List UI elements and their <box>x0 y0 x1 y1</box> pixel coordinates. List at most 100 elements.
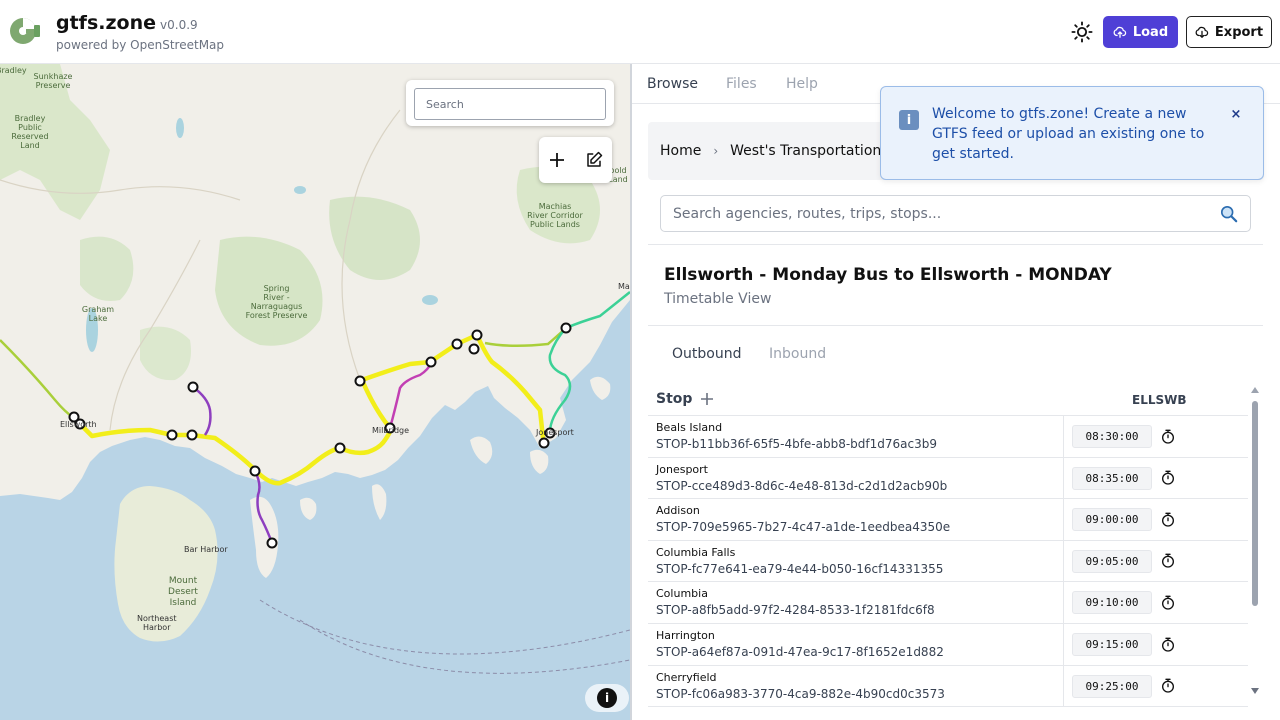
stop-name[interactable]: Addison <box>656 504 700 517</box>
edit-icon <box>587 151 602 167</box>
timer-button[interactable] <box>1157 675 1179 698</box>
island-small-4 <box>530 449 549 474</box>
export-label: Export <box>1214 24 1264 40</box>
stop-name[interactable]: Columbia Falls <box>656 546 735 559</box>
scroll-up-arrow[interactable] <box>1251 387 1259 393</box>
island-small-2 <box>372 484 387 520</box>
table-row: Harrington STOP-a64ef87a-091d-47ea-9c17-8… <box>648 624 1248 666</box>
table-row: Addison STOP-709e5965-7b27-4c47-a1de-1eed… <box>648 499 1248 541</box>
sun-icon <box>1071 21 1093 43</box>
stopwatch-icon <box>1162 637 1174 652</box>
ferry-line <box>259 599 630 655</box>
theme-toggle-button[interactable] <box>1068 18 1096 46</box>
cell-divider <box>1063 540 1064 582</box>
tab-browse[interactable]: Browse <box>647 76 698 92</box>
map-view[interactable]: Bradley Sunkhaze Preserve Bradley Public… <box>0 64 630 720</box>
timer-button[interactable] <box>1157 591 1179 614</box>
add-stop-plus-icon[interactable] <box>698 390 716 408</box>
time-input[interactable]: 09:00:00 <box>1072 508 1152 532</box>
info-icon[interactable]: i <box>597 688 617 708</box>
cell-divider <box>1063 416 1064 457</box>
scroll-down-arrow[interactable] <box>1251 688 1259 694</box>
stop-marker <box>266 537 278 549</box>
info-icon: i <box>899 110 919 130</box>
stop-id: STOP-cce489d3-8d6c-4e48-813d-c2d1d2acb90… <box>656 478 948 493</box>
map-label-mount-desert: Mount Desert Island <box>168 576 198 608</box>
map-search-container: Search <box>406 80 614 126</box>
global-search-placeholder: Search agencies, routes, trips, stops... <box>673 205 942 222</box>
map-label-spring-river: Spring River - Narraguagus Forest Preser… <box>245 284 308 320</box>
plus-icon <box>550 153 565 167</box>
stop-marker <box>249 465 261 477</box>
timetable-header: Stop ELLSWB <box>648 386 1248 416</box>
export-button[interactable]: Export <box>1186 16 1272 48</box>
logo-icon <box>10 18 40 44</box>
stop-id: STOP-709e5965-7b27-4c47-a1de-1eedbea4350… <box>656 520 951 535</box>
stop-name[interactable]: Beals Island <box>656 421 722 434</box>
map-canvas[interactable] <box>0 64 630 720</box>
island-small-1 <box>300 497 317 520</box>
timer-button[interactable] <box>1157 508 1179 531</box>
time-input[interactable]: 09:15:00 <box>1072 633 1152 656</box>
add-stop-button[interactable] <box>542 145 572 175</box>
timetable-scrollbar[interactable] <box>1250 386 1260 698</box>
forest-5 <box>80 236 134 301</box>
tab-outbound[interactable]: Outbound <box>672 346 741 362</box>
stop-marker <box>425 356 437 368</box>
global-search-input[interactable]: Search agencies, routes, trips, stops... <box>660 195 1251 232</box>
lake-2 <box>422 295 438 305</box>
app-header: gtfs.zone v0.0.9 powered by OpenStreetMap… <box>0 0 1280 64</box>
scrollbar-thumb[interactable] <box>1252 401 1258 606</box>
chevron-right-icon: › <box>713 144 719 158</box>
map-town-ellsworth: Ellsworth <box>60 420 97 429</box>
timer-button[interactable] <box>1157 425 1179 448</box>
edit-map-button[interactable] <box>579 145 609 175</box>
cell-divider <box>1063 457 1064 499</box>
divider <box>648 325 1263 326</box>
app-version: v0.0.9 <box>160 18 198 32</box>
time-input[interactable]: 08:35:00 <box>1072 466 1152 490</box>
stopwatch-icon <box>1162 595 1174 610</box>
time-input[interactable]: 09:05:00 <box>1072 549 1152 573</box>
breadcrumb-agency[interactable]: West's Transportation <box>730 143 881 159</box>
stop-name[interactable]: Cherryfield <box>656 671 717 684</box>
island-east <box>250 496 279 578</box>
map-town-northeast-harbor: Northeast Harbor <box>137 614 177 632</box>
stop-name[interactable]: Jonesport <box>656 463 708 476</box>
breadcrumb-home[interactable]: Home <box>660 143 701 159</box>
timer-button[interactable] <box>1157 550 1179 573</box>
table-row: Jonesport STOP-cce489d3-8d6c-4e48-813d-c2… <box>648 457 1248 500</box>
table-row: Columbia STOP-a8fb5add-97f2-4284-8533-1f2… <box>648 582 1248 624</box>
stopwatch-icon <box>1162 429 1174 444</box>
time-input[interactable]: 09:10:00 <box>1072 591 1152 615</box>
search-icon <box>1220 205 1238 223</box>
stop-marker <box>451 338 463 350</box>
trip-column-header: ELLSWB <box>1132 393 1187 407</box>
tab-files[interactable]: Files <box>726 76 757 92</box>
map-search-input[interactable]: Search <box>414 88 606 120</box>
stopwatch-icon <box>1162 470 1174 485</box>
stop-name[interactable]: Columbia <box>656 587 708 600</box>
breadcrumb: Home › West's Transportation › <box>660 143 898 159</box>
lake-1 <box>176 118 184 138</box>
time-input[interactable]: 08:30:00 <box>1072 425 1152 448</box>
map-label-machias-river: Machias River Corridor Public Lands <box>527 202 583 229</box>
close-icon[interactable]: × <box>1229 107 1243 122</box>
timer-button[interactable] <box>1157 633 1179 656</box>
stopwatch-icon <box>1162 553 1174 568</box>
cell-divider <box>1063 582 1064 623</box>
time-input[interactable]: 09:25:00 <box>1072 674 1152 698</box>
stopwatch-icon <box>1162 678 1174 693</box>
map-town-jonesport: Jonesport <box>536 428 574 437</box>
timetable: Stop ELLSWB Beals Island STOP-b11bb36f-65… <box>648 386 1248 720</box>
stop-name[interactable]: Harrington <box>656 629 715 642</box>
timer-button[interactable] <box>1157 467 1179 490</box>
tab-inbound[interactable]: Inbound <box>769 346 826 362</box>
cell-divider <box>1063 499 1064 540</box>
stop-marker <box>560 322 572 334</box>
map-town-bar-harbor: Bar Harbor <box>184 545 228 554</box>
load-button[interactable]: Load <box>1103 16 1178 48</box>
tab-help[interactable]: Help <box>786 76 818 92</box>
stop-id: STOP-b11bb36f-65f5-4bfe-abb8-bdf1d76ac3b… <box>656 437 938 451</box>
map-label-sunkhaze: Sunkhaze Preserve <box>33 72 73 90</box>
